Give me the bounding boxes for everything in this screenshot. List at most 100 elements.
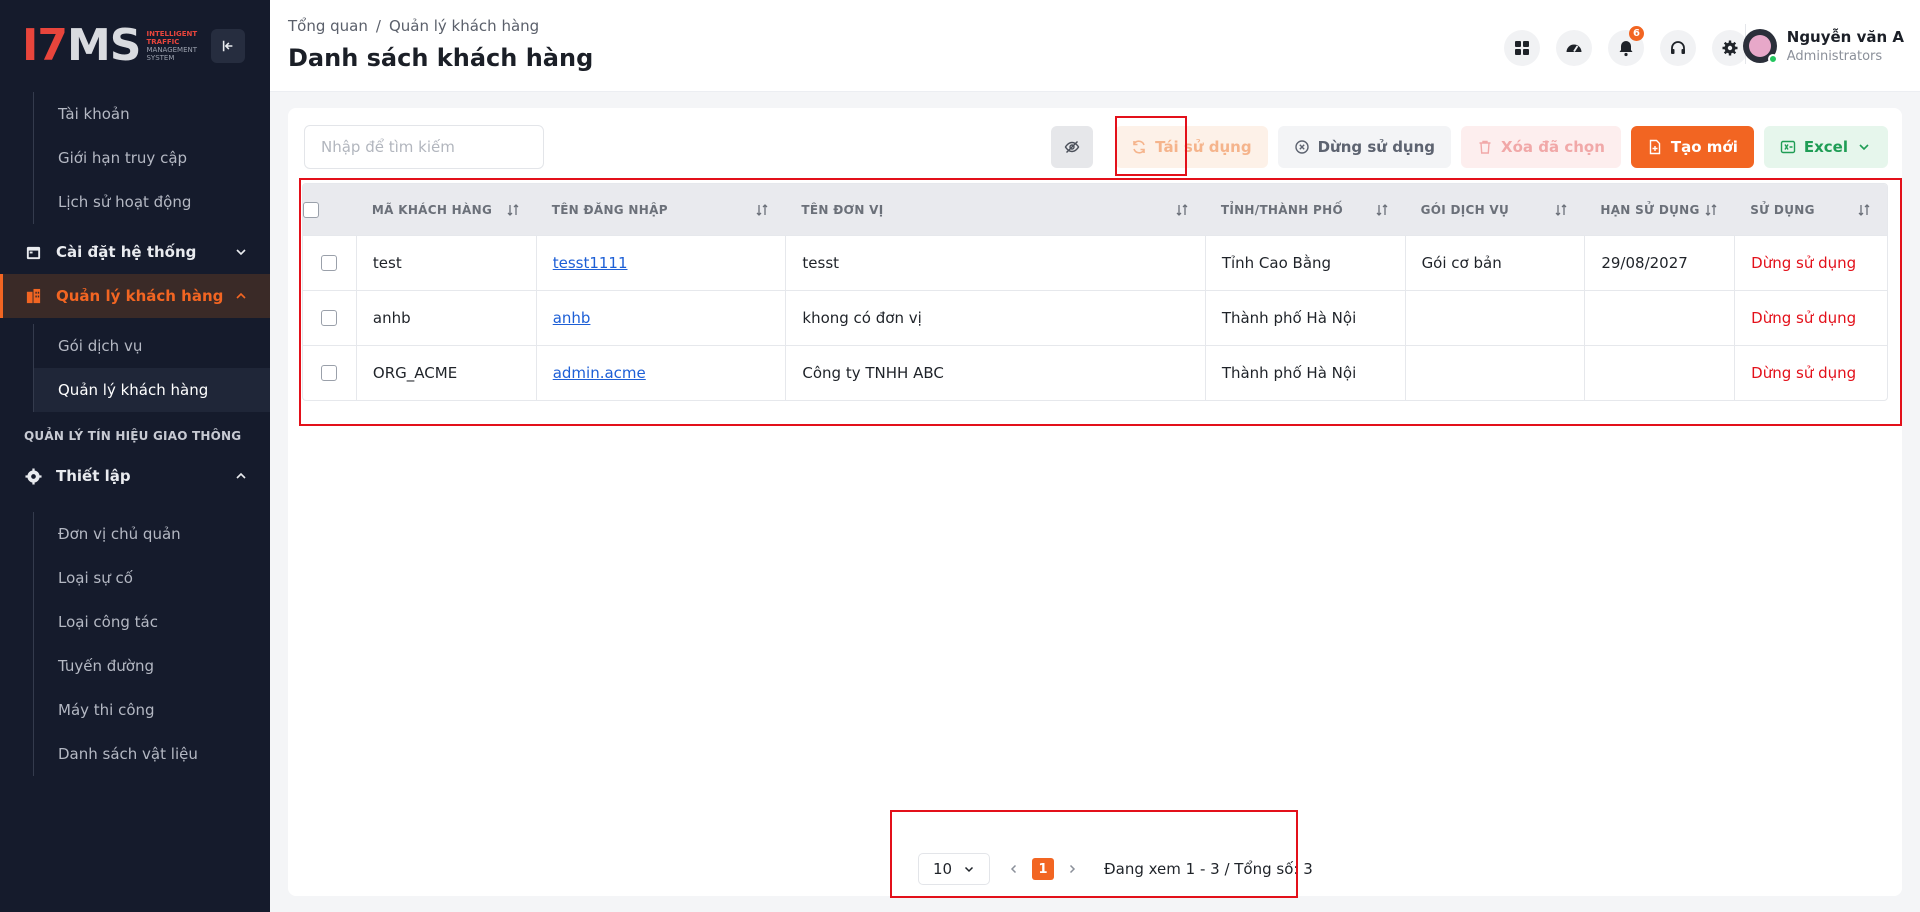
notification-count-badge: 6 [1629, 26, 1644, 41]
cell-customer-code: anhb [355, 291, 536, 345]
cell-service-package [1404, 346, 1585, 400]
sidebar-item-customer-list[interactable]: Quản lý khách hàng [33, 368, 270, 412]
cell-service-package: Gói cơ bản [1404, 236, 1585, 290]
sidebar-item-machinery[interactable]: Máy thi công [34, 688, 270, 732]
stop-using-button[interactable]: Dừng sử dụng [1277, 126, 1452, 168]
column-header-expiry-date[interactable]: HẠN SỬ DỤNG [1584, 184, 1734, 235]
dashboard-button[interactable] [1556, 30, 1592, 66]
column-header-label: TỈNH/THÀNH PHỐ [1220, 202, 1343, 217]
cell-usage-status: Dừng sử dụng [1734, 346, 1887, 400]
next-page-button[interactable] [1062, 859, 1082, 879]
sort-icon[interactable] [1704, 203, 1718, 217]
user-role: Administrators [1786, 49, 1883, 64]
column-header-usage[interactable]: SỬ DỤNG [1734, 184, 1887, 235]
row-checkbox[interactable] [321, 255, 338, 271]
sort-icon[interactable] [506, 203, 520, 217]
cell-unit-name: Công ty TNHH ABC [785, 346, 1204, 400]
row-select-cell [303, 236, 356, 290]
support-button[interactable] [1660, 30, 1696, 66]
building-icon [24, 287, 42, 305]
logo-mark-prefix: I7 [22, 20, 68, 71]
header-actions: 6 [1504, 26, 1748, 66]
eye-off-icon [1064, 141, 1080, 153]
sort-icon[interactable] [1554, 203, 1568, 217]
page-title: Danh sách khách hàng [288, 44, 594, 72]
sidebar-item-account[interactable]: Tài khoản [34, 92, 270, 136]
collapse-sidebar-button[interactable] [211, 29, 245, 63]
table-row[interactable]: anhb anhb khong có đơn vị Thành phố Hà N… [303, 290, 1887, 345]
refresh-icon [1133, 140, 1145, 154]
sidebar-item-access-limit[interactable]: Giới hạn truy cập [34, 136, 270, 180]
user-name: Nguyễn văn A [1786, 28, 1904, 46]
username-link[interactable]: anhb [553, 309, 591, 327]
row-select-cell [303, 346, 356, 400]
cell-usage-status: Dừng sử dụng [1734, 236, 1887, 290]
sidebar-item-managing-unit[interactable]: Đơn vị chủ quản [34, 512, 270, 556]
column-header-customer-code[interactable]: MÃ KHÁCH HÀNG [356, 184, 536, 235]
collapse-left-icon [222, 40, 233, 52]
select-all-checkbox[interactable] [303, 201, 319, 218]
user-profile[interactable]: Nguyễn văn A Administrators [1742, 28, 1904, 64]
page-size-value: 10 [933, 860, 953, 878]
sidebar-item-system-settings[interactable]: Cài đặt hệ thống [0, 230, 270, 274]
column-header-province[interactable]: TỈNH/THÀNH PHỐ [1205, 184, 1405, 235]
grid-icon [1515, 41, 1529, 55]
breadcrumb-separator: / [375, 17, 381, 35]
sidebar-item-work-type[interactable]: Loại công tác [34, 600, 270, 644]
sidebar-item-incident-type[interactable]: Loại sự cố [34, 556, 270, 600]
sort-icon[interactable] [1857, 203, 1871, 217]
page-number-current[interactable]: 1 [1032, 858, 1054, 880]
table-row[interactable]: ORG_ACME admin.acme Công ty TNHH ABC Thà… [303, 345, 1887, 400]
search-input[interactable] [304, 125, 544, 169]
sidebar-item-material-list[interactable]: Danh sách vật liệu [34, 732, 270, 776]
avatar [1742, 29, 1778, 64]
cell-username: anhb [535, 291, 786, 345]
column-header-username[interactable]: TÊN ĐĂNG NHẬP [536, 184, 786, 235]
breadcrumb: Tổng quan / Quản lý khách hàng [288, 17, 539, 35]
sidebar-item-activity-log[interactable]: Lịch sử hoạt động [34, 180, 270, 224]
page-size-select[interactable]: 10 [918, 853, 990, 885]
customer-table: MÃ KHÁCH HÀNG TÊN ĐĂNG NHẬP TÊN ĐƠN VỊ T… [302, 183, 1888, 401]
avatar-image [1748, 35, 1771, 57]
username-link[interactable]: admin.acme [553, 364, 646, 382]
gear-icon [1722, 40, 1738, 56]
create-new-button[interactable]: Tạo mới [1630, 126, 1754, 168]
sort-icon[interactable] [755, 203, 769, 217]
sort-icon[interactable] [1375, 203, 1389, 217]
logo-sub-line4: SYSTEM [146, 54, 175, 62]
chevron-down-icon [236, 249, 246, 256]
username-link[interactable]: tesst1111 [553, 254, 628, 272]
table-row[interactable]: test tesst1111 tesst Tỉnh Cao Bằng Gói c… [303, 235, 1887, 290]
cell-expiry-date [1584, 291, 1734, 345]
sort-icon[interactable] [1175, 203, 1189, 217]
reuse-button[interactable]: Tái sử dụng [1115, 126, 1268, 168]
breadcrumb-home[interactable]: Tổng quan [288, 17, 368, 35]
section-title-traffic-signal: QUẢN LÝ TÍN HIỆU GIAO THÔNG [24, 429, 242, 443]
sidebar-item-setup[interactable]: Thiết lập [0, 454, 270, 498]
create-new-label: Tạo mới [1670, 138, 1738, 156]
notifications-button[interactable]: 6 [1608, 26, 1644, 66]
column-header-service-package[interactable]: GÓI DỊCH VỤ [1405, 184, 1585, 235]
toggle-columns-button[interactable] [1051, 126, 1094, 168]
row-checkbox[interactable] [321, 365, 338, 381]
sidebar-item-customer-management[interactable]: Quản lý khách hàng [0, 274, 270, 318]
column-header-label: TÊN ĐƠN VỊ [801, 202, 884, 217]
sidebar-item-route[interactable]: Tuyến đường [34, 644, 270, 688]
previous-page-button[interactable] [1004, 859, 1024, 879]
cell-province: Thành phố Hà Nội [1204, 346, 1405, 400]
excel-export-button[interactable]: Excel [1763, 126, 1888, 168]
delete-selected-button[interactable]: Xóa đã chọn [1461, 126, 1621, 168]
cell-unit-name: khong có đơn vị [785, 291, 1204, 345]
column-header-label: HẠN SỬ DỤNG [1600, 202, 1700, 217]
column-header-unit-name[interactable]: TÊN ĐƠN VỊ [785, 184, 1204, 235]
table-header-row: MÃ KHÁCH HÀNG TÊN ĐĂNG NHẬP TÊN ĐƠN VỊ T… [303, 184, 1887, 235]
logo-mark: I7MS [22, 24, 141, 68]
apps-button[interactable] [1504, 30, 1540, 66]
logo-sub-line3: MANAGEMENT [146, 46, 198, 54]
row-checkbox[interactable] [321, 310, 338, 326]
logo-mark-suffix: MS [67, 20, 141, 71]
logo-sub-line1: INTELLIGENT [146, 30, 198, 38]
toolbar: Tái sử dụng Dừng sử dụng Xóa đã chọn Tạo… [1051, 126, 1888, 168]
sidebar-item-service-package[interactable]: Gói dịch vụ [34, 324, 270, 368]
excel-label: Excel [1803, 138, 1848, 156]
